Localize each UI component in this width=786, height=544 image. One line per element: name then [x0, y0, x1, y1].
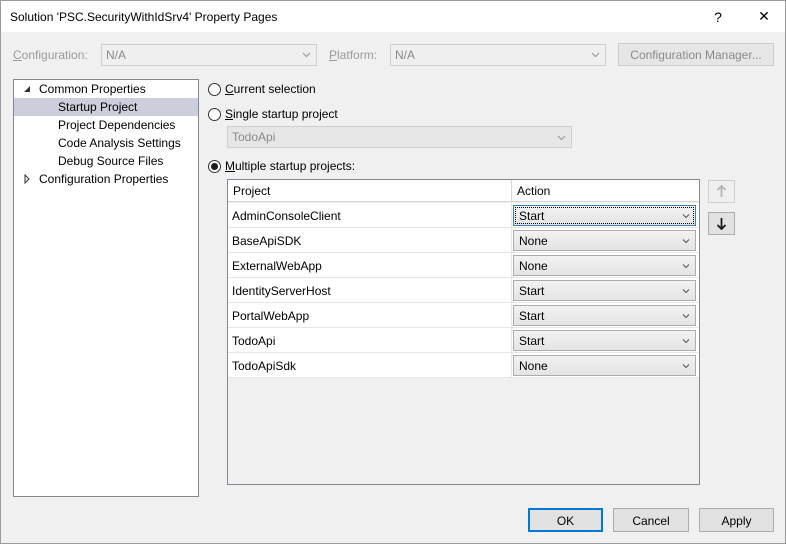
project-name-cell: IdentityServerHost [228, 278, 512, 302]
chevron-down-icon [682, 214, 690, 219]
collapsed-arrow-icon[interactable] [22, 174, 32, 184]
project-name-cell: BaseApiSDK [228, 228, 512, 252]
tree-item-label: Debug Source Files [58, 154, 164, 168]
tree-item-label: Project Dependencies [58, 118, 176, 132]
tree-item-code-analysis-settings[interactable]: Code Analysis Settings [14, 134, 198, 152]
project-name-cell: TodoApiSdk [228, 353, 512, 377]
action-value: Start [519, 284, 545, 298]
tree-item-label: Configuration Properties [39, 172, 169, 186]
radio-circle[interactable] [208, 159, 221, 173]
chevron-down-icon [302, 52, 311, 58]
property-pages-dialog: Solution 'PSC.SecurityWithIdSrv4' Proper… [0, 0, 786, 544]
action-dropdown[interactable]: None [513, 255, 696, 276]
settings-tree: Common Properties Startup Project Projec… [13, 79, 199, 497]
tree-item-label: Startup Project [58, 100, 138, 114]
action-dropdown[interactable]: None [513, 355, 696, 376]
chevron-down-icon [682, 239, 690, 244]
tree-item-common-properties[interactable]: Common Properties [14, 80, 198, 98]
grid-header: Project Action [228, 180, 699, 202]
chevron-down-icon [682, 339, 690, 344]
column-header-project[interactable]: Project [228, 180, 512, 202]
configuration-label: Configuration: [13, 48, 88, 62]
cancel-button[interactable]: Cancel [613, 508, 689, 532]
chevron-down-icon [682, 264, 690, 269]
radio-circle[interactable] [208, 82, 221, 96]
table-row[interactable]: TodoApiSdk None [228, 353, 699, 378]
chevron-down-icon [591, 52, 600, 58]
action-value: Start [519, 209, 545, 223]
configuration-manager-button[interactable]: Configuration Manager... [618, 43, 774, 66]
help-button[interactable]: ? [695, 1, 741, 32]
configuration-value: N/A [106, 48, 127, 62]
chevron-down-icon [682, 289, 690, 294]
project-name-cell: AdminConsoleClient [228, 203, 512, 227]
action-value: None [519, 259, 548, 273]
startup-projects-grid: Project Action AdminConsoleClient Start Ba… [227, 179, 700, 485]
platform-label: Platform: [329, 48, 378, 62]
table-row[interactable]: IdentityServerHost Start [228, 278, 699, 303]
action-value: None [519, 359, 548, 373]
platform-dropdown[interactable]: N/A [390, 44, 606, 66]
chevron-down-icon [557, 135, 566, 141]
move-up-button[interactable] [708, 180, 735, 203]
window-title: Solution 'PSC.SecurityWithIdSrv4' Proper… [10, 10, 278, 24]
apply-button[interactable]: Apply [699, 508, 774, 532]
action-value: Start [519, 334, 545, 348]
tree-item-label: Code Analysis Settings [58, 136, 181, 150]
table-row[interactable]: BaseApiSDK None [228, 228, 699, 253]
chevron-down-icon [682, 364, 690, 369]
radio-circle[interactable] [208, 107, 221, 121]
action-value: None [519, 234, 548, 248]
arrow-up-icon [716, 185, 727, 197]
expanded-arrow-icon[interactable] [22, 84, 32, 94]
tree-item-startup-project[interactable]: Startup Project [14, 98, 198, 116]
title-bar: Solution 'PSC.SecurityWithIdSrv4' Proper… [1, 1, 785, 32]
action-dropdown[interactable]: Start [513, 280, 696, 301]
column-header-action[interactable]: Action [512, 180, 698, 202]
action-dropdown[interactable]: Start [513, 205, 696, 226]
chevron-down-icon [682, 314, 690, 319]
single-startup-dropdown[interactable]: TodoApi [227, 126, 572, 148]
current-selection-radio[interactable]: Current selection [208, 82, 316, 96]
tree-item-label: Common Properties [39, 82, 146, 96]
tree-item-debug-source-files[interactable]: Debug Source Files [14, 152, 198, 170]
action-dropdown[interactable]: None [513, 230, 696, 251]
ok-button[interactable]: OK [528, 508, 603, 532]
close-button[interactable]: ✕ [741, 1, 786, 32]
action-dropdown[interactable]: Start [513, 330, 696, 351]
action-value: Start [519, 309, 545, 323]
multiple-startup-radio[interactable]: Multiple startup projects: [208, 159, 355, 173]
single-startup-radio[interactable]: Single startup project [208, 107, 338, 121]
current-selection-label: Current selection [225, 82, 316, 96]
project-name-cell: ExternalWebApp [228, 253, 512, 277]
table-row[interactable]: TodoApi Start [228, 328, 699, 353]
single-startup-label: Single startup project [225, 107, 338, 121]
project-name-cell: PortalWebApp [228, 303, 512, 327]
multiple-startup-label: Multiple startup projects: [225, 159, 356, 173]
arrow-down-icon [716, 218, 727, 230]
project-name-cell: TodoApi [228, 328, 512, 352]
tree-item-project-dependencies[interactable]: Project Dependencies [14, 116, 198, 134]
configuration-dropdown[interactable]: N/A [101, 44, 317, 66]
action-dropdown[interactable]: Start [513, 305, 696, 326]
table-row[interactable]: AdminConsoleClient Start [228, 203, 699, 228]
single-startup-value: TodoApi [232, 130, 276, 144]
tree-item-configuration-properties[interactable]: Configuration Properties [14, 170, 198, 188]
table-row[interactable]: PortalWebApp Start [228, 303, 699, 328]
table-row[interactable]: ExternalWebApp None [228, 253, 699, 278]
platform-value: N/A [395, 48, 416, 62]
move-down-button[interactable] [708, 212, 735, 235]
